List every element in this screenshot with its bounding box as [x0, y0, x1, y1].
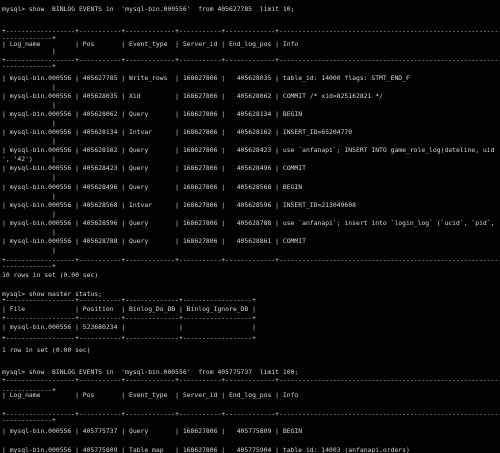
terminal-line: -------------+ — [2, 416, 56, 424]
terminal-line: +------------------+-----------+--------… — [2, 296, 256, 304]
terminal-line: | — [2, 119, 56, 127]
terminal-line: | mysql-bin.000556 | 405627785 | Write_r… — [2, 74, 410, 82]
terminal-line: +------------------+-----------+--------… — [2, 56, 500, 64]
terminal-line: +------------------+-----------+--------… — [2, 410, 500, 418]
terminal-line: | — [2, 173, 56, 181]
terminal-line: | mysql-bin.000556 | 523680234 | | | — [2, 323, 256, 331]
terminal-line: mysql> show BINLOG EVENTS in 'mysql-bin.… — [2, 5, 295, 13]
terminal-line: ', '42') | — [2, 155, 56, 163]
terminal-line: | mysql-bin.000556 | 405775809 | Table_m… — [2, 446, 410, 453]
terminal-line: 10 rows in set (0.00 sec) — [2, 271, 99, 279]
terminal-line: | — [2, 246, 56, 254]
terminal-line: | mysql-bin.000556 | 405628035 | Xid | 1… — [2, 92, 383, 100]
terminal-line: | mysql-bin.000556 | 405628568 | Intvar … — [2, 201, 356, 209]
terminal-line: | — [2, 83, 56, 91]
terminal-line: | mysql-bin.000556 | 405775737 | Query |… — [2, 427, 303, 435]
terminal-line: | — [2, 101, 56, 109]
terminal-line: | — [2, 47, 56, 55]
terminal-line: | — [2, 228, 56, 236]
terminal-line: | mysql-bin.000556 | 405628596 | Query |… — [2, 219, 495, 227]
terminal-line: 1 row in set (0.00 sec) — [2, 346, 91, 354]
terminal-line: | — [2, 210, 56, 218]
terminal-line: -------------+ — [2, 262, 56, 270]
terminal-line: mysql> show BINLOG EVENTS in 'mysql-bin.… — [2, 368, 299, 376]
terminal-line: | mysql-bin.000556 | 405628496 | Query |… — [2, 183, 303, 191]
terminal-line: -------------+ — [2, 62, 56, 70]
terminal-line: +------------------+-----------+--------… — [2, 314, 256, 322]
terminal-line: | — [2, 397, 500, 405]
terminal-line: +------------------+-----------+--------… — [2, 376, 500, 384]
terminal-line: | mysql-bin.000556 | 405628162 | Query |… — [2, 146, 495, 154]
terminal-line: | mysql-bin.000556 | 405628134 | Intvar … — [2, 128, 353, 136]
terminal-line: +------------------+-----------+--------… — [2, 256, 500, 264]
terminal-line: +------------------+-----------+--------… — [2, 334, 256, 342]
terminal-line: | — [2, 192, 56, 200]
terminal-line: | mysql-bin.000556 | 405628423 | Query |… — [2, 164, 306, 172]
terminal-line: | mysql-bin.000556 | 405628062 | Query |… — [2, 110, 303, 118]
terminal-line: | File | Position | Binlog_Do_DB | Binlo… — [2, 305, 256, 313]
terminal-line: | — [2, 137, 56, 145]
terminal-window[interactable]: mysql> show BINLOG EVENTS in 'mysql-bin.… — [0, 0, 500, 453]
terminal-line: | mysql-bin.000556 | 405628788 | Query |… — [2, 237, 306, 245]
terminal-line: +------------------+-----------+--------… — [2, 27, 500, 35]
